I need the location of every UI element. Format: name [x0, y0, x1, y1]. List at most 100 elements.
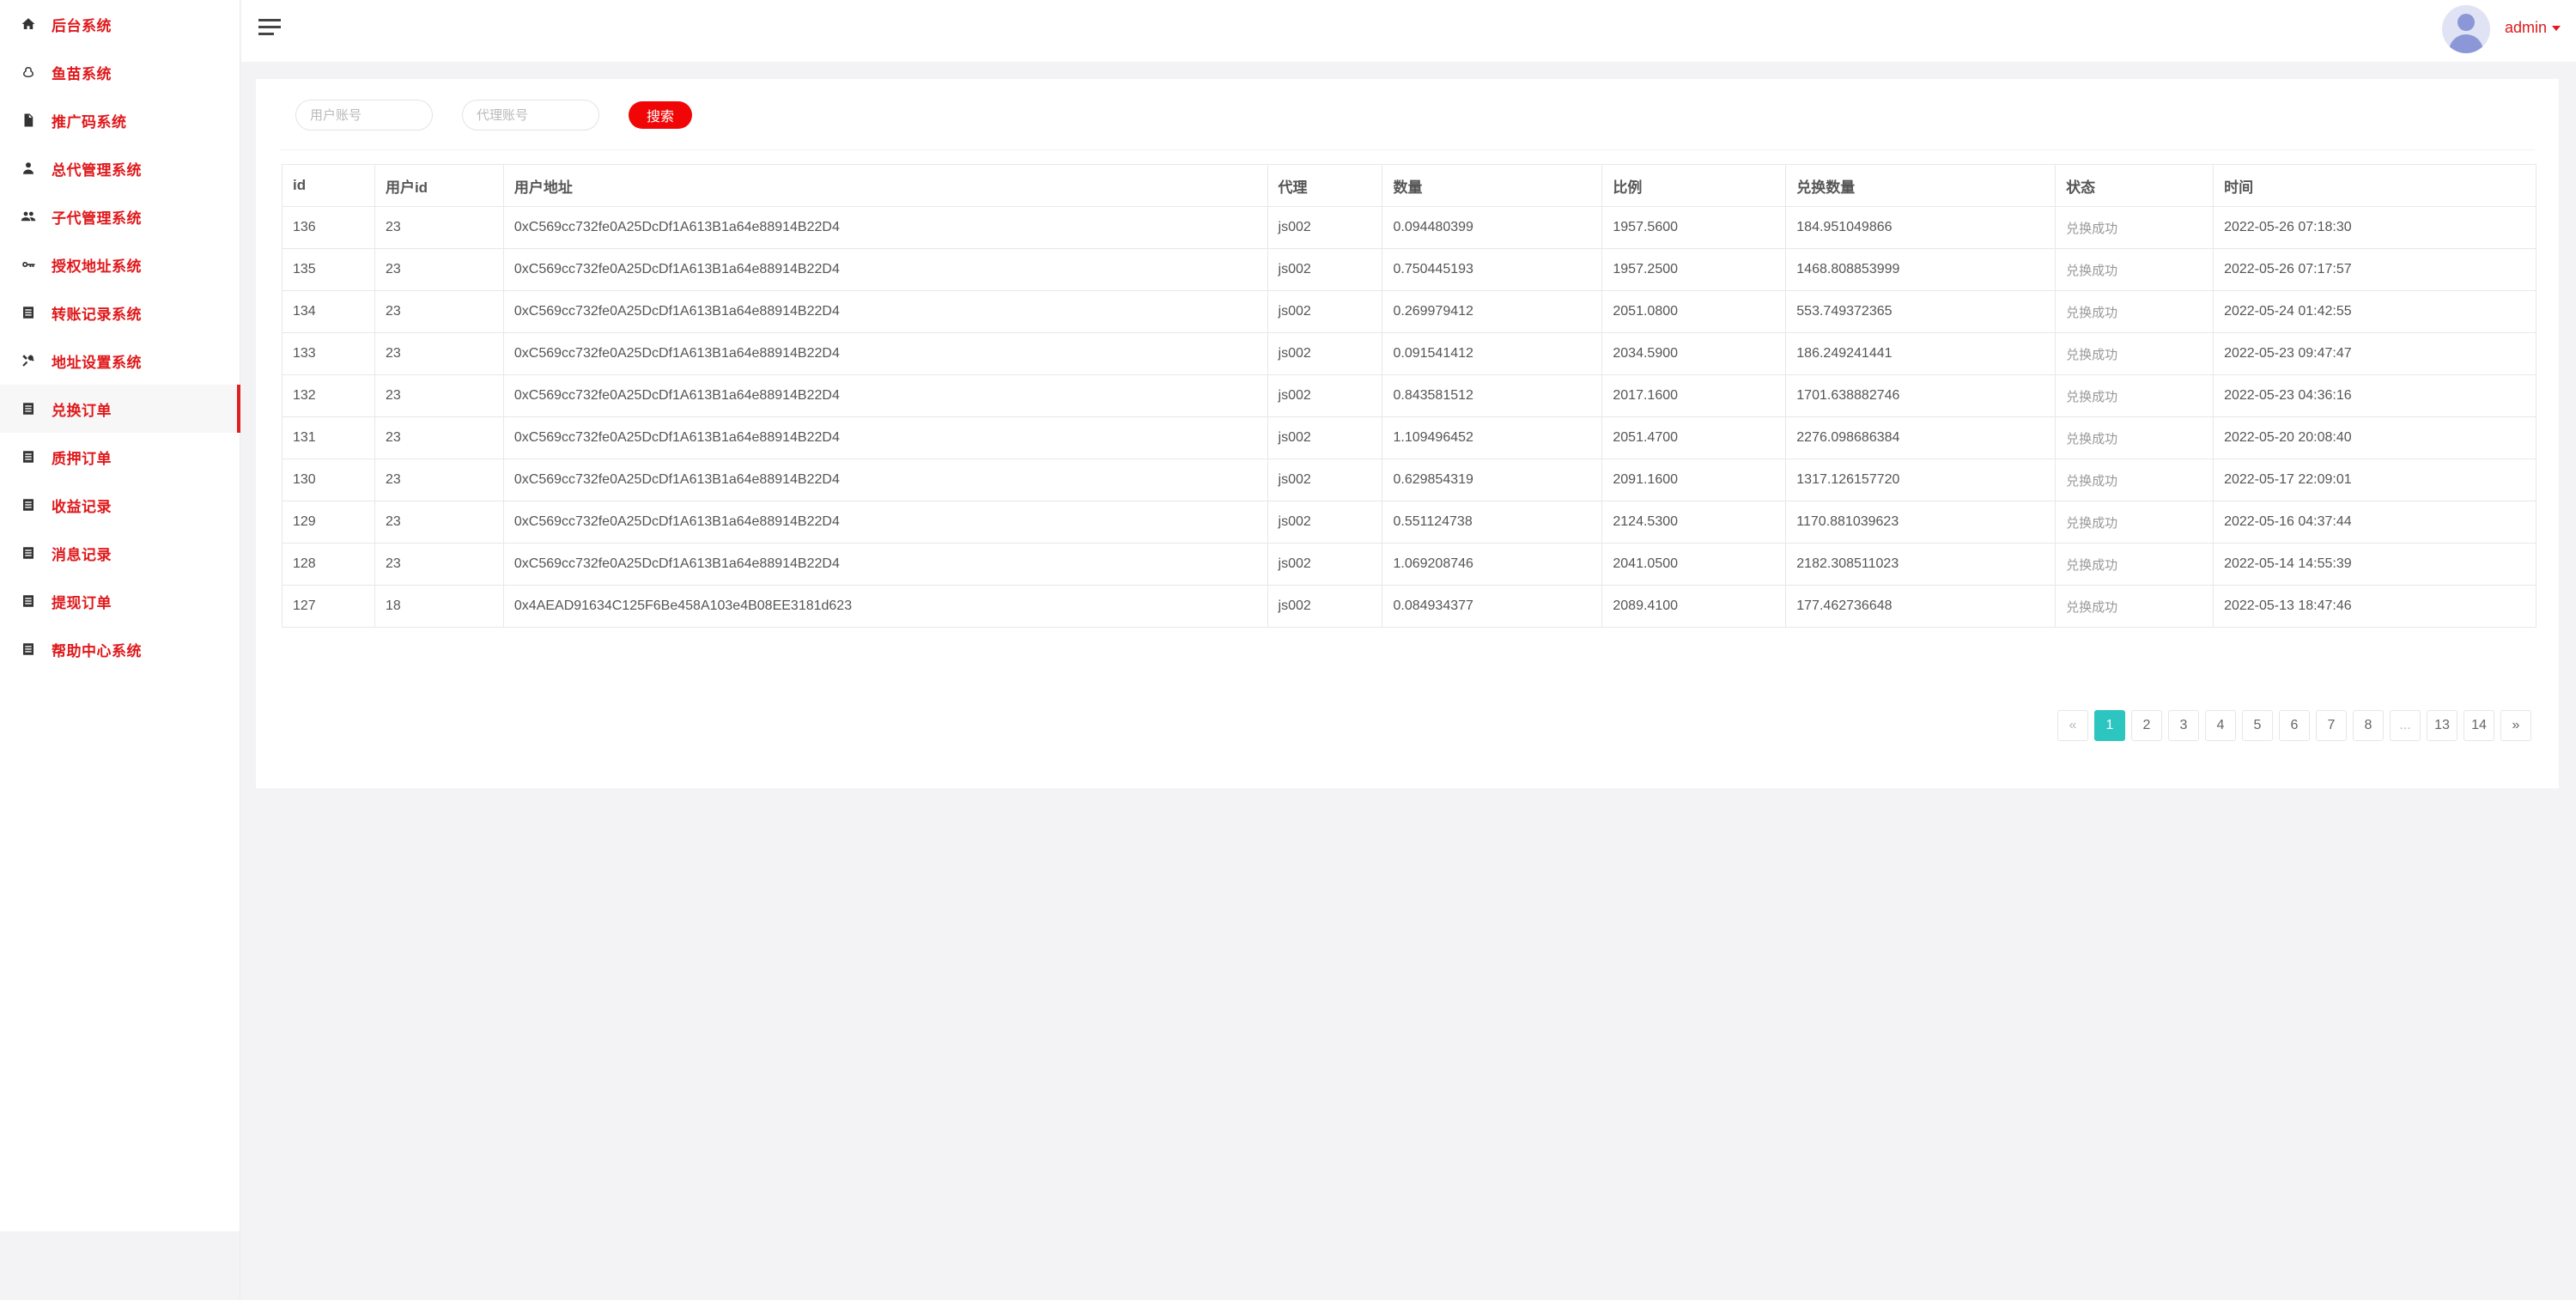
- page-button[interactable]: 14: [2464, 710, 2494, 741]
- divider: [280, 149, 2535, 150]
- list-icon: [19, 399, 38, 418]
- page-button[interactable]: 2: [2131, 710, 2162, 741]
- exchange-order-table: id 用户id 用户地址 代理 数量 比例 兑换数量 状态 时间 136 23 0xC569cc73…: [282, 164, 2537, 628]
- page-button[interactable]: 8: [2353, 710, 2384, 741]
- table-cell: 2091.1600: [1601, 459, 1787, 501]
- sidebar-item-fish[interactable]: 鱼苗系统: [0, 48, 240, 96]
- table-cell: 1701.638882746: [1785, 374, 2057, 417]
- column-header: 比例: [1601, 164, 1787, 207]
- table-cell: 2017.1600: [1601, 374, 1787, 417]
- table-cell: 2022-05-26 07:17:57: [2213, 248, 2537, 291]
- table-cell: js002: [1267, 416, 1383, 459]
- table-cell: 134: [282, 290, 375, 333]
- table-cell: 23: [374, 248, 504, 291]
- table-cell: 23: [374, 501, 504, 544]
- content-card: 搜索 id用户id用户地址代理数量比例兑换数量状态时间 136230xC569c…: [256, 79, 2559, 788]
- sidebar-item-general-agent[interactable]: 总代管理系统: [0, 144, 240, 192]
- sidebar-item-transfer-record[interactable]: 转账记录系统: [0, 289, 240, 337]
- sidebar-item-sub-agent[interactable]: 子代管理系统: [0, 192, 240, 240]
- user-name: admin: [2504, 19, 2547, 36]
- sidebar-item-auth-address[interactable]: 授权地址系统: [0, 240, 240, 289]
- sidebar-item-label: 消息记录: [52, 546, 112, 563]
- table-row: 128 23 0xC569cc732fe0A25DcDf1A613B1a64e889…: [282, 543, 2537, 586]
- status-cell: 兑换成功: [2055, 248, 2215, 291]
- sidebar-item-exchange-orders[interactable]: 兑换订单: [0, 385, 240, 433]
- caret-down-icon: [2552, 26, 2561, 32]
- table-cell: 135: [282, 248, 375, 291]
- key-icon: [19, 255, 38, 274]
- table-cell: 23: [374, 290, 504, 333]
- page-button[interactable]: 3: [2168, 710, 2199, 741]
- table-cell: 23: [374, 459, 504, 501]
- status-cell: 兑换成功: [2055, 543, 2215, 586]
- sidebar-item-label: 收益记录: [52, 498, 112, 515]
- status-cell: 兑换成功: [2055, 585, 2215, 628]
- table-cell: 1957.2500: [1601, 248, 1787, 291]
- sidebar-item-withdraw-orders[interactable]: 提现订单: [0, 577, 240, 625]
- page-button[interactable]: 1: [2094, 710, 2125, 741]
- table-cell: 133: [282, 332, 375, 375]
- table-cell: 0.843581512: [1382, 374, 1603, 417]
- avatar[interactable]: [2442, 5, 2490, 53]
- sidebar-item-label: 地址设置系统: [52, 354, 142, 371]
- table-cell: 0.629854319: [1382, 459, 1603, 501]
- menu-toggle-icon[interactable]: [258, 19, 281, 41]
- table-cell: 23: [374, 332, 504, 375]
- table-cell: 0.091541412: [1382, 332, 1603, 375]
- sidebar-item-label: 推广码系统: [52, 113, 127, 131]
- table-row: 130 23 0xC569cc732fe0A25DcDf1A613B1a64e889…: [282, 459, 2537, 501]
- search-bar: 搜索: [295, 98, 692, 132]
- sidebar-item-home[interactable]: 后台系统: [0, 0, 240, 48]
- sidebar-item-pledge-orders[interactable]: 质押订单: [0, 433, 240, 481]
- list-icon: [19, 544, 38, 562]
- table-row: 129 23 0xC569cc732fe0A25DcDf1A613B1a64e889…: [282, 501, 2537, 544]
- table-cell: 0xC569cc732fe0A25DcDf1A613B1a64e88914B22…: [502, 543, 1268, 586]
- sidebar-item-income-records[interactable]: 收益记录: [0, 481, 240, 529]
- page-button[interactable]: 6: [2279, 710, 2310, 741]
- sidebar: 后台系统 鱼苗系统推广码系统总代管理系统 子代管理系统授权地址系统转账记录系统地址设…: [0, 0, 240, 1231]
- table-cell: 2089.4100: [1601, 585, 1787, 628]
- table-cell: 0.084934377: [1382, 585, 1603, 628]
- table-cell: 2022-05-13 18:47:46: [2213, 585, 2537, 628]
- column-header: id: [282, 164, 375, 207]
- sidebar-item-help-center[interactable]: 帮助中心系统: [0, 625, 240, 673]
- sidebar-item-label: 授权地址系统: [52, 258, 142, 275]
- table-cell: 127: [282, 585, 375, 628]
- pagination: «1 2 3 4 5 6 7 8... 13 14»: [2051, 710, 2531, 741]
- table-cell: 2051.0800: [1601, 290, 1787, 333]
- table-cell: 186.249241441: [1785, 332, 2057, 375]
- table-cell: 1957.5600: [1601, 206, 1787, 249]
- table-cell: 0.551124738: [1382, 501, 1603, 544]
- page-button[interactable]: 7: [2316, 710, 2347, 741]
- table-cell: 18: [374, 585, 504, 628]
- user-menu[interactable]: admin: [2505, 19, 2561, 37]
- sidebar-item-address-settings[interactable]: 地址设置系统: [0, 337, 240, 385]
- table-row: 136 23 0xC569cc732fe0A25DcDf1A613B1a64e889…: [282, 206, 2537, 249]
- column-header: 状态: [2055, 164, 2215, 207]
- table-body: 136 23 0xC569cc732fe0A25DcDf1A613B1a64e889…: [282, 206, 2537, 628]
- table-cell: js002: [1267, 543, 1383, 586]
- table-cell: 0xC569cc732fe0A25DcDf1A613B1a64e88914B22…: [502, 459, 1268, 501]
- user-account-input[interactable]: [295, 100, 433, 131]
- sidebar-item-promo-code[interactable]: 推广码系统: [0, 96, 240, 144]
- table-cell: 2022-05-17 22:09:01: [2213, 459, 2537, 501]
- table-cell: 2022-05-14 14:55:39: [2213, 543, 2537, 586]
- next-page-button[interactable]: »: [2500, 710, 2531, 741]
- page-button[interactable]: 5: [2242, 710, 2273, 741]
- page-button[interactable]: 13: [2427, 710, 2458, 741]
- home-icon: [19, 15, 38, 33]
- search-button[interactable]: 搜索: [629, 101, 692, 129]
- prev-page-button[interactable]: «: [2057, 710, 2088, 741]
- agent-account-input[interactable]: [462, 100, 599, 131]
- table-cell: 1.069208746: [1382, 543, 1603, 586]
- table-cell: 23: [374, 206, 504, 249]
- person-icon: [19, 159, 38, 178]
- table-cell: js002: [1267, 459, 1383, 501]
- column-header: 用户地址: [502, 164, 1268, 207]
- sidebar-item-message-records[interactable]: 消息记录: [0, 529, 240, 577]
- top-header: admin: [241, 0, 2576, 62]
- table-cell: js002: [1267, 374, 1383, 417]
- table-cell: 130: [282, 459, 375, 501]
- table-cell: js002: [1267, 585, 1383, 628]
- page-button[interactable]: 4: [2205, 710, 2236, 741]
